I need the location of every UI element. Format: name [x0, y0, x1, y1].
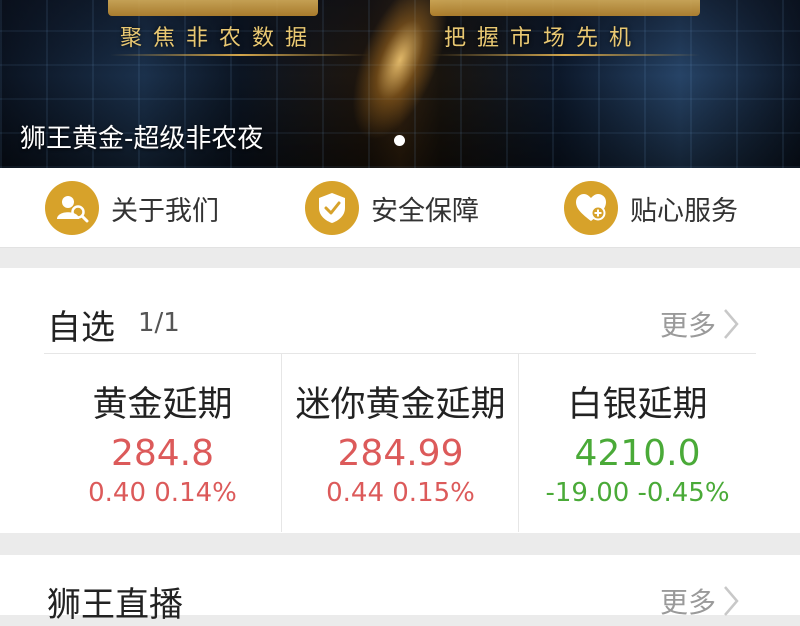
feature-label: 贴心服务: [630, 195, 738, 227]
banner-divider-left: [110, 54, 370, 56]
about-us-icon: [45, 181, 99, 235]
quote-change: 0.40 0.14%: [88, 478, 237, 508]
quote-price: 284.99: [337, 433, 464, 474]
more-label: 更多: [660, 309, 717, 342]
shield-check-icon: [305, 181, 359, 235]
banner-slogan-right: 把握市场先机: [444, 26, 643, 51]
quote-name: 黄金延期: [92, 385, 233, 425]
chevron-right-icon: [724, 309, 739, 339]
quote-change: -19.00 -0.45%: [545, 478, 730, 508]
feature-service[interactable]: 贴心服务: [564, 181, 738, 235]
quote-price: 284.8: [110, 433, 215, 474]
watchlist-more-link[interactable]: 更多: [660, 304, 740, 344]
quote-name: 白银延期: [567, 385, 708, 425]
feature-label: 安全保障: [371, 195, 479, 227]
banner-slogan-left: 聚焦非农数据: [120, 26, 319, 51]
promo-banner[interactable]: 聚焦非农数据 把握市场先机 狮王黄金-超级非农夜: [0, 0, 800, 168]
quote-price: 4210.0: [574, 433, 701, 474]
feature-security[interactable]: 安全保障: [305, 181, 479, 235]
feature-label: 关于我们: [111, 195, 219, 227]
feature-row: 关于我们 安全保障 贴心服务: [0, 168, 800, 248]
chevron-right-icon: [724, 586, 739, 616]
banner-divider-right: [430, 54, 700, 56]
more-label: 更多: [660, 586, 717, 619]
heart-plus-icon: [564, 181, 618, 235]
quote-change: 0.44 0.15%: [326, 478, 475, 508]
quote-item-silver-deferred[interactable]: 白银延期 4210.0 -19.00 -0.45%: [518, 354, 756, 532]
live-card: 狮王直播 更多: [0, 555, 800, 625]
watchlist-count: 1/1: [138, 308, 180, 338]
watchlist-title: 自选: [47, 308, 115, 348]
banner-headline-right: [430, 0, 700, 16]
banner-headline-left: [108, 0, 318, 16]
feature-about-us[interactable]: 关于我们: [45, 181, 219, 235]
quote-item-gold-deferred[interactable]: 黄金延期 284.8 0.40 0.14%: [44, 354, 281, 532]
quote-name: 迷你黄金延期: [295, 385, 506, 425]
carousel-indicator[interactable]: [394, 135, 405, 146]
live-title: 狮王直播: [47, 585, 183, 625]
live-more-link[interactable]: 更多: [660, 581, 740, 621]
quote-item-mini-gold-deferred[interactable]: 迷你黄金延期 284.99 0.44 0.15%: [281, 354, 519, 532]
banner-caption: 狮王黄金-超级非农夜: [20, 124, 264, 154]
watchlist-card: 自选 1/1 更多 黄金延期 284.8 0.40 0.14% 迷你黄金延期 2…: [0, 268, 800, 533]
